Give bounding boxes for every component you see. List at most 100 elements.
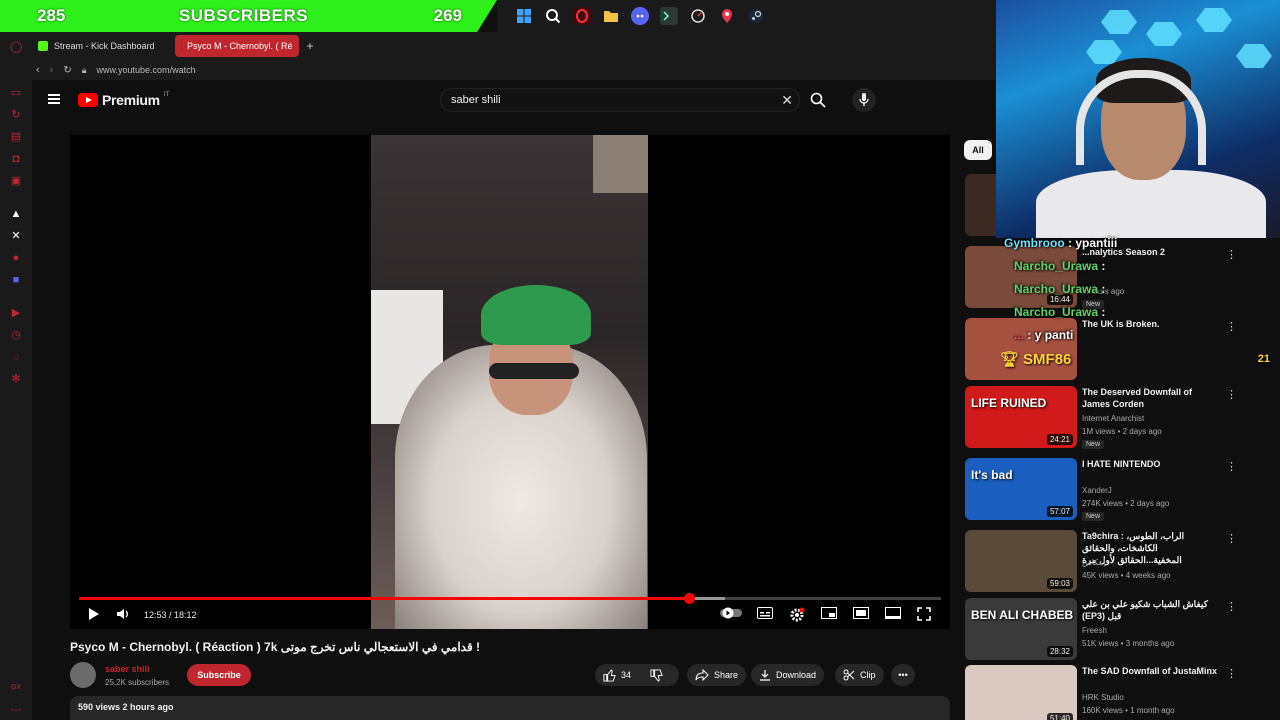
subscribe-button[interactable]: Subscribe <box>187 664 251 686</box>
kick-icon <box>38 41 48 51</box>
youtube-page: Premium IT saber shili ✕ 12:53 / 18:12 P… <box>32 80 1000 720</box>
video-thumbnail[interactable]: 59:03 <box>965 530 1077 592</box>
terminal-icon[interactable] <box>660 7 678 25</box>
search-icon[interactable] <box>544 7 562 25</box>
opera-menu-icon[interactable]: ◯ <box>10 41 22 53</box>
recommended-channel[interactable]: إعكاس <box>1082 558 1106 567</box>
autoplay-toggle[interactable] <box>720 607 742 622</box>
tab-youtube-video[interactable]: Psyco M - Chernobyl. ( Ré <box>174 35 299 57</box>
recommended-video[interactable]: 51:40 The SAD Downfall of JustaMinx HRK St… <box>964 665 1280 720</box>
recommended-channel[interactable]: Internet Anarchist <box>1082 414 1144 423</box>
chat-text: : <box>1101 259 1106 273</box>
more-vertical-icon[interactable]: ⋮ <box>1226 600 1237 613</box>
like-button[interactable]: 34 <box>603 668 632 682</box>
search-input[interactable]: saber shili ✕ <box>440 88 800 112</box>
recommended-title[interactable]: كيفاش الشباب شكيو علي بن علي (EP3) قبل <box>1082 598 1222 622</box>
url-field[interactable]: www.youtube.com/watch <box>97 65 196 75</box>
sidebar-refresh-icon[interactable]: ↻ <box>10 109 22 121</box>
more-vertical-icon[interactable]: ⋮ <box>1226 667 1237 680</box>
play-icon[interactable] <box>88 607 100 624</box>
sidebar-more-icon[interactable]: ⋯ <box>10 704 22 716</box>
search-button[interactable] <box>806 88 830 112</box>
video-thumbnail[interactable]: It's bad 57:07 <box>965 458 1077 520</box>
gauge-icon[interactable] <box>689 7 707 25</box>
filter-chip-all[interactable]: All <box>964 140 992 160</box>
sidebar-chat-icon[interactable]: ◌ <box>10 351 22 363</box>
sidebar-play-icon[interactable]: ▶ <box>10 307 22 319</box>
more-vertical-icon[interactable]: ⋮ <box>1226 460 1237 473</box>
description-box[interactable]: 590 views 2 hours ago <box>70 696 950 720</box>
top-tipper-name: SMF86 <box>1023 350 1072 368</box>
miniplayer-icon[interactable] <box>821 607 837 622</box>
recommended-title[interactable]: The SAD Downfall of JustaMinx <box>1082 665 1222 677</box>
top-tipper-bar: 🏆︎ SMF86 21 <box>1000 346 1274 372</box>
video-thumbnail[interactable]: LIFE RUINED 24:21 <box>965 386 1077 448</box>
theater-mode-icon[interactable] <box>853 607 869 622</box>
wall-frame <box>593 135 648 193</box>
video-thumbnail[interactable]: 51:40 <box>965 665 1077 720</box>
sidebar-clock-icon[interactable]: ◷ <box>10 329 22 341</box>
sidebar-settings-icon[interactable]: ✻ <box>10 373 22 385</box>
forward-icon[interactable]: › <box>50 64 54 76</box>
menu-icon[interactable] <box>48 94 60 104</box>
share-button[interactable]: Share <box>687 664 747 686</box>
voice-search-button[interactable] <box>852 88 876 112</box>
recommended-title[interactable]: The Deserved Downfall of James Corden <box>1082 386 1222 410</box>
recommended-video[interactable]: LIFE RUINED 24:21 The Deserved Downfall of… <box>964 386 1280 449</box>
chat-username: Narcho_Urawa <box>1014 282 1099 296</box>
reload-icon[interactable]: ↻ <box>63 65 71 76</box>
address-bar: ‹ › ↻ 🔒︎ www.youtube.com/watch <box>32 60 1000 80</box>
clip-button[interactable]: Clip <box>835 664 884 686</box>
discord-icon[interactable] <box>631 7 649 25</box>
chat-username: ... <box>1014 328 1025 342</box>
folder-icon[interactable] <box>602 7 620 25</box>
sidebar-media-icon[interactable]: ▣ <box>10 175 22 187</box>
fullscreen-icon[interactable] <box>917 607 931 624</box>
recommended-title[interactable]: I HATE NINTENDO <box>1082 458 1222 470</box>
recommended-channel[interactable]: HRK Studio <box>1082 693 1124 702</box>
pin-icon[interactable] <box>718 7 736 25</box>
recommended-meta: 51K views • 3 months ago <box>1082 639 1175 648</box>
sub-count-right: 269 <box>433 6 462 25</box>
more-actions-button[interactable]: ••• <box>891 664 915 686</box>
channel-avatar[interactable] <box>70 662 96 688</box>
x-icon[interactable]: ✕ <box>10 230 22 242</box>
back-icon[interactable]: ‹ <box>36 64 40 76</box>
clear-search-icon[interactable]: ✕ <box>781 92 793 109</box>
chat-username: Narcho_Urawa <box>1014 259 1099 273</box>
like-count: 34 <box>621 670 632 680</box>
download-button[interactable]: Download <box>751 664 825 686</box>
tab-kick-dashboard[interactable]: Stream - Kick Dashboard <box>32 35 161 57</box>
thumbs-up-icon <box>603 668 616 682</box>
recommended-channel[interactable]: Freesh <box>1082 626 1107 635</box>
more-vertical-icon[interactable]: ⋮ <box>1226 532 1237 545</box>
cast-icon[interactable] <box>885 607 901 622</box>
more-vertical-icon[interactable]: ⋮ <box>1226 388 1237 401</box>
video-player[interactable]: 12:53 / 18:12 <box>70 135 950 629</box>
new-tab-icon[interactable]: + <box>307 39 314 53</box>
recommended-video[interactable]: 59:03 Ta9chira : الراب، الطوس، الكاشخات، … <box>964 530 1280 592</box>
channel-name[interactable]: saber shili <box>105 664 150 674</box>
settings-gear-icon[interactable] <box>789 607 805 626</box>
dislike-button[interactable] <box>650 668 663 682</box>
sidebar-arrow-icon[interactable]: ▲ <box>10 208 22 220</box>
video-thumbnail[interactable]: BEN ALI CHABEB 28:32 <box>965 598 1077 660</box>
volume-icon[interactable] <box>116 607 130 624</box>
youtube-premium-logo[interactable]: Premium IT <box>78 92 169 108</box>
progress-bar[interactable] <box>79 593 941 604</box>
video-duration: 28:32 <box>1046 646 1073 657</box>
sidebar-shield-icon[interactable]: ■ <box>10 274 22 286</box>
sidebar-record-icon[interactable]: ● <box>10 252 22 264</box>
subtitles-icon[interactable] <box>757 607 773 622</box>
windows-icon[interactable] <box>515 7 533 25</box>
sidebar-twitch-icon[interactable]: ◘ <box>10 153 22 165</box>
new-badge: New <box>1082 440 1105 449</box>
sidebar-mail-icon[interactable]: ▭ <box>10 87 22 99</box>
steam-icon[interactable] <box>747 7 765 25</box>
chat-text: : <box>1101 305 1106 319</box>
recommended-video[interactable]: It's bad 57:07 I HATE NINTENDO XanderJ 274K … <box>964 458 1280 521</box>
recommended-channel[interactable]: XanderJ <box>1082 486 1112 495</box>
recommended-video[interactable]: BEN ALI CHABEB 28:32 كيفاش الشباب شكيو علي… <box>964 598 1280 660</box>
sidebar-bag-icon[interactable]: ▤ <box>10 131 22 143</box>
opera-gx-icon[interactable] <box>573 7 591 25</box>
